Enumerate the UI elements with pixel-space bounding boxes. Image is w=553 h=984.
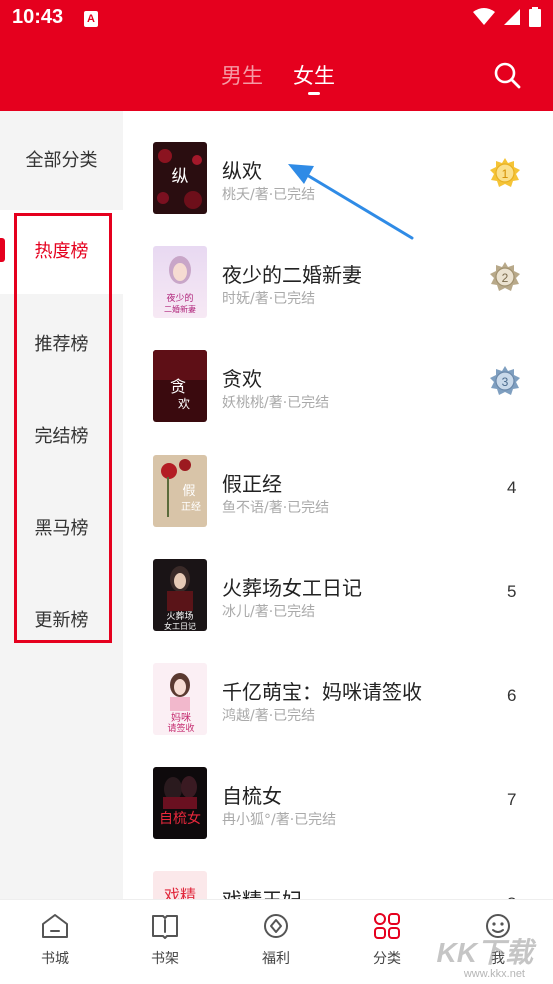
signal-icon: [504, 9, 520, 25]
book-title: 戏精王妃: [222, 884, 302, 899]
sidebar-item-updated[interactable]: 更新榜: [0, 606, 123, 632]
book-cover: 戏精: [153, 871, 207, 899]
book-author: 时妩/著·已完结: [222, 291, 316, 307]
gold-medal-icon: 1: [490, 158, 520, 187]
rank-number: 6: [507, 686, 517, 705]
svg-text:2: 2: [502, 271, 509, 285]
svg-text:正经: 正经: [181, 500, 201, 513]
book-author: 妖桃桃/著·已完结: [222, 395, 330, 411]
svg-text:欢: 欢: [178, 396, 190, 411]
list-item[interactable]: 假 正经 假正经 鱼不语/著·已完结 4: [123, 424, 553, 528]
book-cover: 假 正经: [153, 455, 207, 527]
app-notification-icon: A: [84, 11, 98, 27]
status-time: 10:43: [12, 6, 64, 28]
silver-medal-icon: 2: [490, 262, 520, 291]
nav-label: 福利: [262, 951, 290, 967]
gift-coin-icon: [264, 914, 288, 938]
book-cover: 火葬场 女工日记: [153, 559, 207, 631]
book-author: 冰儿/著·已完结: [222, 604, 316, 620]
rank-number: 5: [507, 582, 517, 601]
list-item[interactable]: 自梳女 自梳女 冉小狐°/著·已完结 7: [123, 736, 553, 840]
sidebar-item-dark-horse[interactable]: 黑马榜: [0, 514, 123, 540]
nav-welfare[interactable]: 福利: [236, 912, 316, 968]
bronze-medal-icon: 3: [490, 366, 520, 395]
category-sidebar: 全部分类 热度榜 推荐榜 完结榜 黑马榜 更新榜: [0, 111, 123, 899]
list-item[interactable]: 戏精 戏精王妃 8: [123, 840, 553, 899]
list-item[interactable]: 妈咪 请签收 千亿萌宝：妈咪请签收 鸿越/著·已完结 6: [123, 632, 553, 736]
svg-text:夜少的: 夜少的: [166, 292, 193, 304]
svg-text:请签收: 请签收: [167, 722, 194, 734]
svg-text:戏精: 戏精: [164, 886, 196, 899]
svg-text:纵: 纵: [172, 167, 189, 187]
tab-indicator: [308, 92, 320, 95]
svg-text:1: 1: [502, 167, 509, 181]
battery-icon: [529, 7, 541, 27]
svg-text:自梳女: 自梳女: [159, 810, 201, 827]
book-cover: 自梳女: [153, 767, 207, 839]
nav-label: 书架: [151, 951, 179, 967]
list-item[interactable]: 火葬场 女工日记 火葬场女工日记 冰儿/著·已完结 5: [123, 528, 553, 632]
book-author: 鸿越/著·已完结: [222, 708, 316, 724]
svg-text:火葬场: 火葬场: [166, 610, 193, 622]
book-title: 纵欢: [222, 159, 262, 183]
nav-label: 分类: [373, 951, 401, 967]
book-title: 夜少的二婚新妻: [222, 263, 362, 287]
tab-male[interactable]: 男生: [221, 60, 263, 90]
annotation-arrow: [288, 164, 414, 240]
svg-text:3: 3: [502, 375, 509, 389]
watermark-logo: KK下载: [436, 937, 533, 968]
sidebar-item-all[interactable]: 全部分类: [0, 146, 123, 172]
rank-number: 7: [507, 790, 517, 809]
tab-female[interactable]: 女生: [293, 60, 335, 90]
book-cover: 妈咪 请签收: [153, 663, 207, 735]
status-bar: 10:43 A: [0, 0, 553, 38]
sidebar-item-recommended[interactable]: 推荐榜: [0, 330, 123, 356]
book-cover: 夜少的 二婚新妻: [153, 246, 207, 318]
book-icon: [152, 915, 178, 939]
book-title: 千亿萌宝：妈咪请签收: [222, 680, 422, 704]
nav-category[interactable]: 分类: [347, 912, 427, 968]
book-title: 假正经: [222, 472, 282, 496]
list-item[interactable]: 贪 欢 贪欢 妖桃桃/著·已完结 3: [123, 319, 553, 423]
book-title: 贪欢: [222, 367, 262, 391]
book-title: 自梳女: [222, 784, 282, 808]
category-grid-icon: [374, 913, 400, 939]
svg-text:女工日记: 女工日记: [164, 621, 196, 631]
status-icons: [473, 7, 541, 27]
nav-bookshelf[interactable]: 书架: [125, 912, 205, 968]
book-author: 鱼不语/著·已完结: [222, 500, 330, 516]
book-cover: 贪 欢: [153, 350, 207, 422]
nav-bookstore[interactable]: 书城: [15, 912, 95, 968]
sidebar-item-finished[interactable]: 完结榜: [0, 422, 123, 448]
svg-text:二婚新妻: 二婚新妻: [164, 304, 196, 314]
wifi-icon: [473, 8, 495, 25]
svg-text:贪: 贪: [170, 377, 186, 396]
header: 男生 女生: [0, 38, 553, 111]
sidebar-item-hot[interactable]: 热度榜: [0, 237, 123, 263]
nav-label: 书城: [41, 951, 69, 967]
home-icon: [42, 914, 68, 938]
svg-text:假: 假: [182, 484, 195, 499]
book-author: 冉小狐°/著·已完结: [222, 812, 337, 828]
book-title: 火葬场女工日记: [222, 576, 362, 600]
watermark-url: www.kkx.net: [463, 968, 525, 980]
svg-text:妈咪: 妈咪: [171, 711, 191, 724]
rank-number: 4: [507, 478, 517, 497]
book-cover: 纵: [153, 142, 207, 214]
search-icon[interactable]: [492, 60, 522, 90]
